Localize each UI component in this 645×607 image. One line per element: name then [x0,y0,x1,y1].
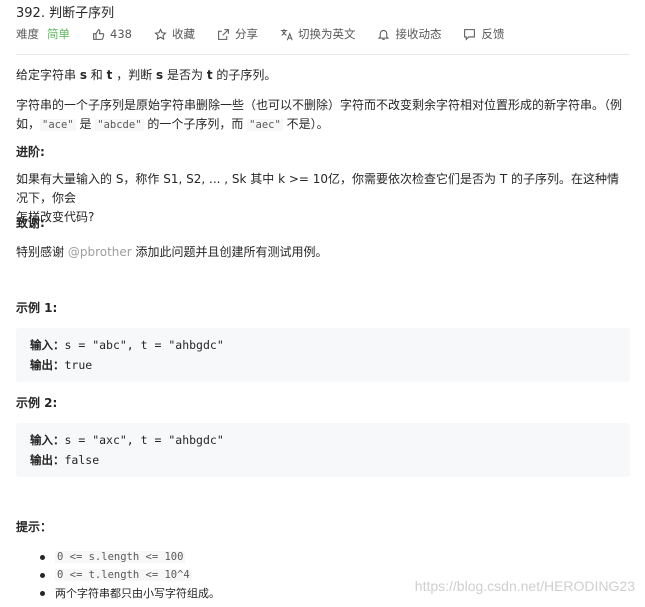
example-input-line: 输入：s = "abc", t = "ahbgdc" [30,337,224,353]
bullet-dot [40,572,45,578]
bullet-dot [40,590,45,596]
text-segment: 如， [16,117,41,131]
example-output-line: 输出：true [30,357,92,373]
bullet-dot [40,554,45,560]
paragraph-line: 如， "ace" 是 "abcde" 的一个子序列，而 "aec" 不是）。 [16,115,630,135]
text-segment: 特别感谢 [16,245,68,259]
translate-icon [280,28,293,41]
list-item: 两个字符串都只由小写字符组成。 [16,584,220,602]
description-paragraph-2: 字符串的一个子序列是原始字符串删除一些（也可以不删除）字符而不改变剩余字符相对位… [16,96,630,135]
advanced-heading: 进阶: [16,145,45,159]
list-item: 0 <= s.length <= 100 [16,548,220,566]
example-1-title: 示例 1: [16,301,58,315]
header-divider [16,54,630,55]
text-segment: 是 [75,117,96,131]
inline-code: "ace" [40,119,76,131]
example-2-title: 示例 2: [16,396,58,410]
text-segment: 的一个子序列，而 [143,117,248,131]
feedback-button[interactable]: 反馈 [463,26,504,42]
feedback-label: 反馈 [481,27,505,41]
example-2-code-block: 输入：s = "axc", t = "ahbgdc" 输出：false [16,423,630,477]
switch-language-label: 切换为英文 [297,27,356,41]
user-mention-link[interactable]: @pbrother [68,245,132,259]
bell-icon [377,28,390,41]
input-label: 输入： [30,338,65,352]
text-segment: 是否为 [163,68,207,82]
hint-text: 两个字符串都只由小写字符组成。 [55,587,220,600]
watermark-text: https://blog.csdn.net/HERODING23 [414,578,635,594]
problem-title: 392. 判断子序列 [16,6,115,21]
hints-heading: 提示： [16,520,53,534]
text-segment: 的子序列。 [212,68,277,82]
problem-meta-bar: 难度 简单 438 收藏 分享 切换为英文 接收动态 反馈 [16,26,526,42]
text-segment: 和 [86,68,107,82]
difficulty-badge: 简单 [47,27,70,41]
example-output-line: 输出：false [30,452,99,468]
var-s: s [79,68,87,82]
star-icon [154,27,167,41]
switch-language-button[interactable]: 切换为英文 [280,26,356,42]
input-value: s = "abc", t = "ahbgdc" [64,338,224,352]
example-input-line: 输入：s = "axc", t = "ahbgdc" [30,432,224,448]
thumbs-up-icon [92,28,105,41]
share-label: 分享 [234,27,258,41]
comment-icon [463,28,476,41]
input-label: 输入： [30,433,65,447]
inline-code: "abcde" [95,119,144,131]
output-label: 输出： [30,358,65,372]
thanks-text: 特别感谢 @pbrother 添加此问题并且创建所有测试用例。 [16,243,630,262]
output-value: false [64,453,100,467]
like-count: 438 [110,27,132,41]
hint-text: 0 <= t.length <= 10^4 [55,569,192,581]
text-segment: ，判断 [112,68,157,82]
thanks-heading: 致谢: [16,216,45,230]
notify-button[interactable]: 接收动态 [377,26,441,42]
like-button[interactable]: 438 [92,27,132,41]
description-paragraph-1: 给定字符串 s 和 t ，判断 s 是否为 t 的子序列。 [16,66,630,85]
text-segment: 给定字符串 [16,68,80,82]
list-item: 0 <= t.length <= 10^4 [16,566,220,584]
collect-label: 收藏 [171,27,195,41]
difficulty-label: 难度 [16,27,39,41]
hint-text: 0 <= s.length <= 100 [55,551,186,563]
output-label: 输出： [30,453,65,467]
paragraph-line: 字符串的一个子序列是原始字符串删除一些（也可以不删除）字符而不改变剩余字符相对位… [16,98,623,112]
text-segment: 不是）。 [282,117,329,131]
text-segment: 添加此问题并且创建所有测试用例。 [131,245,328,259]
collect-button[interactable]: 收藏 [154,26,195,42]
share-button[interactable]: 分享 [217,26,258,42]
hints-list: 0 <= s.length <= 100 0 <= t.length <= 10… [16,548,220,602]
input-value: s = "axc", t = "ahbgdc" [64,433,224,447]
notify-label: 接收动态 [395,27,442,41]
paragraph-line: 如果有大量输入的 S，称作 S1, S2, ... , Sk 其中 k >= 1… [16,172,620,205]
inline-code: "aec" [247,119,283,131]
share-icon [217,28,230,41]
example-1-code-block: 输入：s = "abc", t = "ahbgdc" 输出：true [16,328,630,382]
output-value: true [64,358,93,372]
